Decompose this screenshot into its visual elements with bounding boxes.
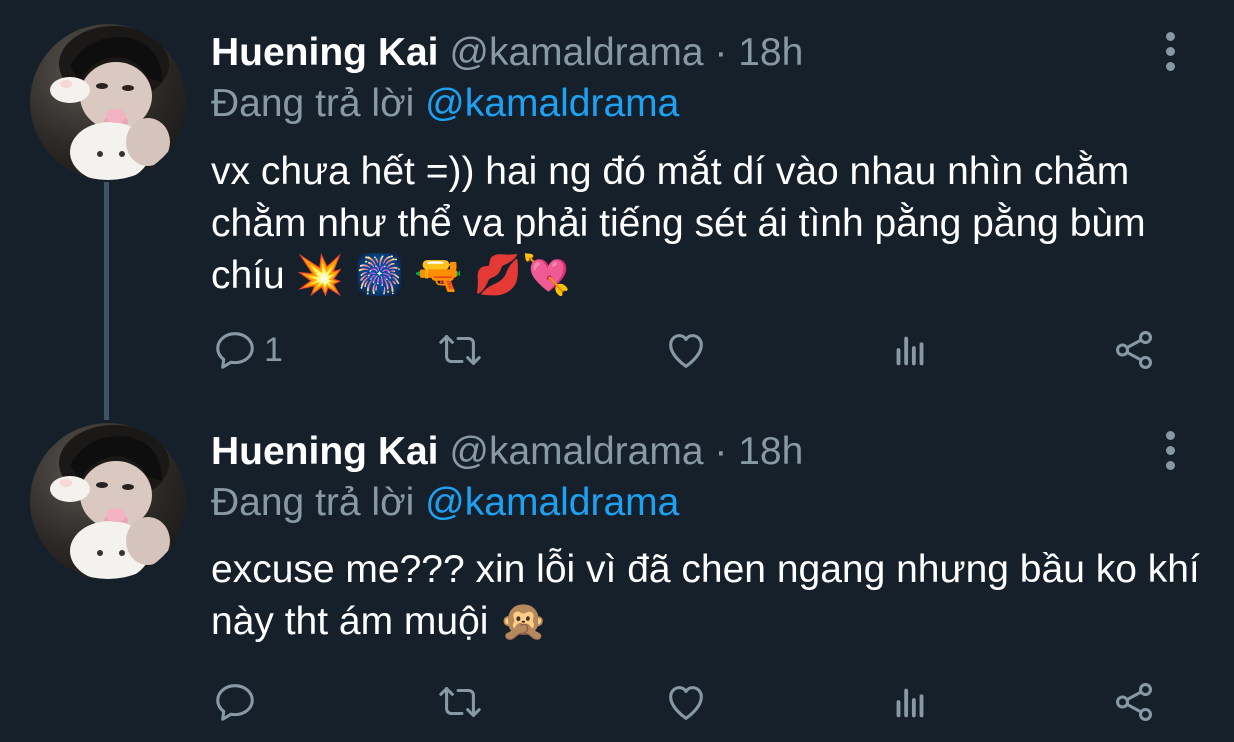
replying-to: Đang trả lời @kamaldrama — [211, 81, 679, 127]
author-handle[interactable]: @kamaldrama — [449, 430, 703, 473]
replying-to-label: Đang trả lời — [211, 82, 415, 125]
tweet[interactable]: Huening Kai @kamaldrama · 18h Đang trả l… — [0, 0, 1234, 400]
author-name[interactable]: Huening Kai — [211, 31, 439, 74]
like-button[interactable] — [663, 674, 715, 730]
avatar[interactable] — [30, 24, 186, 180]
reply-count: 1 — [264, 330, 283, 369]
reply-thread: Huening Kai @kamaldrama · 18h Đang trả l… — [0, 0, 1234, 742]
tweet-timestamp[interactable]: 18h — [738, 31, 803, 74]
like-button[interactable] — [663, 322, 715, 378]
more-options-button[interactable] — [1160, 32, 1180, 72]
reply-icon — [216, 332, 254, 369]
share-button[interactable] — [1111, 674, 1157, 730]
reply-icon — [216, 684, 254, 721]
more-vertical-icon — [1165, 32, 1175, 41]
retweet-button[interactable] — [437, 674, 489, 730]
avatar[interactable] — [30, 423, 186, 579]
more-options-button[interactable] — [1160, 431, 1180, 471]
author-handle[interactable]: @kamaldrama — [449, 31, 703, 74]
avatar-image — [50, 26, 170, 180]
tweet[interactable]: Huening Kai @kamaldrama · 18h Đang trả l… — [0, 400, 1234, 742]
tweet-header: Huening Kai @kamaldrama · 18h — [211, 30, 803, 76]
retweet-button[interactable] — [437, 322, 489, 378]
analytics-button[interactable] — [887, 322, 933, 378]
tweet-timestamp[interactable]: 18h — [738, 430, 803, 473]
analytics-icon — [896, 688, 924, 718]
analytics-icon — [896, 336, 924, 366]
share-icon — [1115, 331, 1153, 369]
reply-button[interactable] — [212, 674, 264, 730]
more-vertical-icon — [1165, 431, 1175, 440]
avatar-image — [50, 425, 170, 579]
retweet-icon — [439, 335, 481, 365]
heart-icon — [669, 334, 703, 368]
retweet-icon — [439, 687, 481, 717]
reply-button[interactable]: 1 — [212, 322, 283, 378]
replying-to-handle-link[interactable]: @kamaldrama — [425, 481, 679, 524]
replying-to: Đang trả lời @kamaldrama — [211, 480, 679, 526]
tweet-text: excuse me??? xin lỗi vì đã chen ngang nh… — [211, 548, 1200, 643]
replying-to-handle-link[interactable]: @kamaldrama — [425, 82, 679, 125]
tweet-actions: 1 — [0, 322, 1234, 382]
tweet-header: Huening Kai @kamaldrama · 18h — [211, 429, 803, 475]
analytics-button[interactable] — [887, 674, 933, 730]
tweet-actions — [0, 674, 1234, 734]
replying-to-label: Đang trả lời — [211, 481, 415, 524]
share-button[interactable] — [1111, 322, 1157, 378]
author-name[interactable]: Huening Kai — [211, 430, 439, 473]
separator-dot: · — [714, 430, 728, 473]
share-icon — [1115, 683, 1153, 721]
separator-dot: · — [714, 31, 728, 74]
tweet-text: vx chưa hết =)) hai ng đó mắt dí vào nha… — [211, 150, 1146, 297]
heart-icon — [669, 686, 703, 720]
